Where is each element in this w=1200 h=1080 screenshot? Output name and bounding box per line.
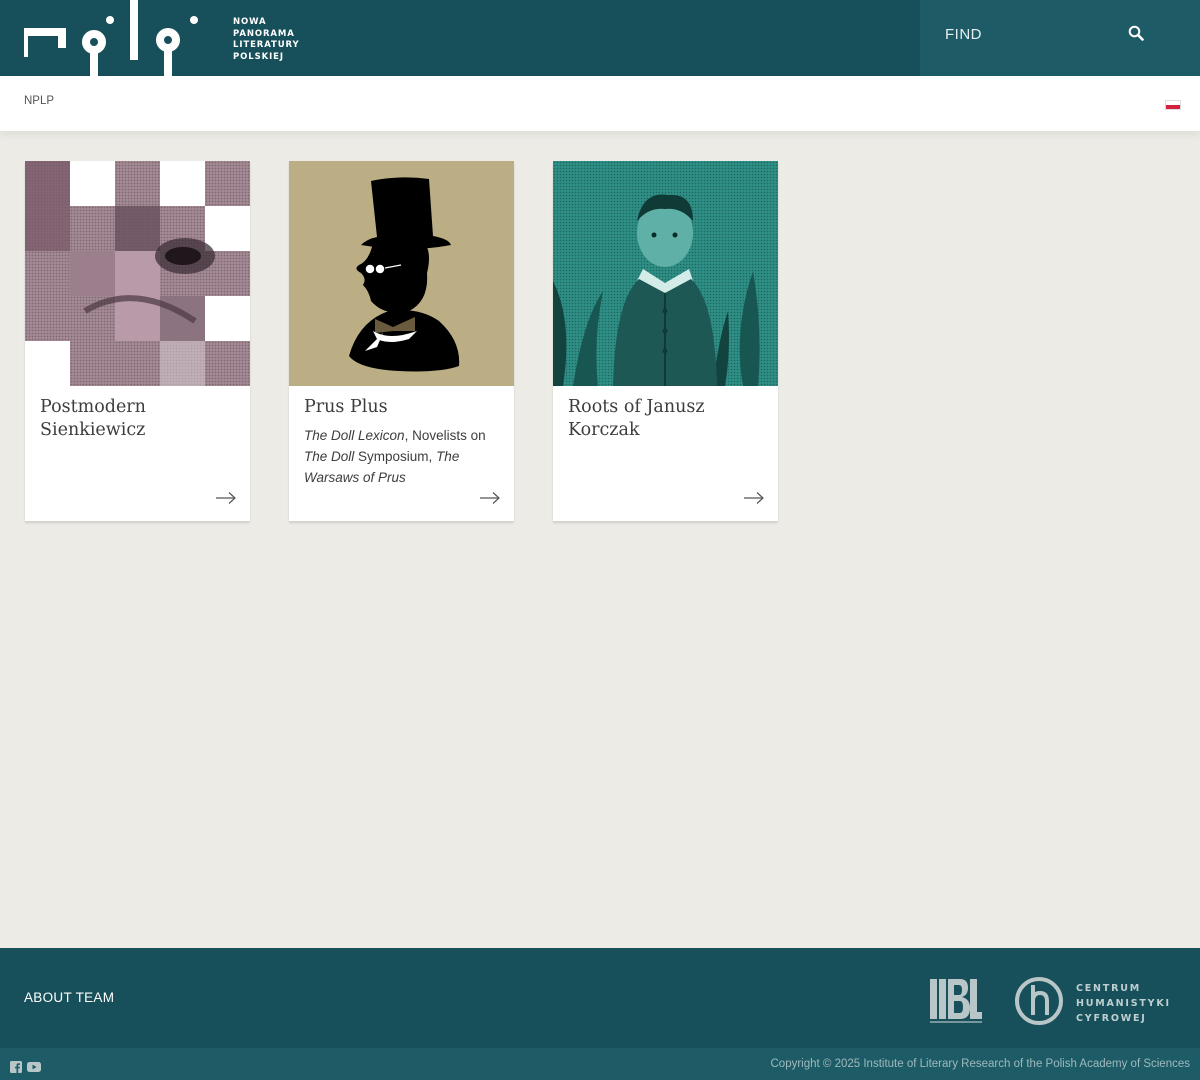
arrow-right-icon[interactable] — [215, 491, 237, 505]
card-roots-of-janusz-korczak[interactable]: Roots of Janusz Korczak — [553, 161, 778, 521]
chc-line-3: CYFROWEJ — [1076, 1013, 1147, 1024]
site-footer: ABOUT TEAM CENTRUM HUMANISTYKI CYFROWEJ — [0, 948, 1200, 1048]
logo-line-4: POLSKIEJ — [233, 51, 284, 62]
search-button[interactable] — [1125, 22, 1147, 46]
prus-top-hat-silhouette-image — [289, 161, 514, 386]
desc-part: The Doll — [304, 449, 355, 464]
about-team-link[interactable]: ABOUT TEAM — [24, 990, 114, 1005]
desc-part: , Novelists on — [404, 428, 486, 443]
logo-line-2: PANORAMA — [233, 28, 295, 39]
logo-line-3: LITERATURY — [233, 40, 300, 50]
ibl-logo[interactable] — [930, 977, 982, 1025]
card-description: The Doll Lexicon, Novelists on The Doll … — [304, 425, 499, 488]
card-title: Postmodern Sienkiewicz — [40, 397, 146, 440]
nplp-logo-mark — [20, 0, 198, 76]
site-header: NOWA PANORAMA LITERATURY POLSKIEJ — [0, 0, 1200, 76]
logo-line-1: NOWA — [233, 17, 267, 27]
logo-text: NOWA PANORAMA LITERATURY POLSKIEJ — [233, 17, 300, 63]
centrum-humanistyki-cyfrowej-logo[interactable]: CENTRUM HUMANISTYKI CYFROWEJ — [1014, 975, 1174, 1027]
sienkiewicz-portrait-mosaic-image — [25, 161, 250, 386]
copyright-text: Copyright © 2025 Institute of Literary R… — [770, 1058, 1191, 1070]
facebook-icon[interactable] — [10, 1058, 24, 1073]
chc-line-1: CENTRUM — [1076, 983, 1141, 994]
breadcrumb-bar: NPLP — [0, 76, 1200, 131]
youtube-icon[interactable] — [27, 1058, 41, 1072]
chc-line-2: HUMANISTYKI — [1076, 998, 1171, 1009]
search-box — [920, 0, 1200, 76]
nplp-logo[interactable]: NOWA PANORAMA LITERATURY POLSKIEJ — [20, 0, 299, 76]
card-prus-plus[interactable]: Prus Plus The Doll Lexicon, Novelists on… — [289, 161, 514, 521]
search-icon — [1128, 25, 1144, 41]
card-title: Prus Plus — [304, 397, 388, 417]
breadcrumb-home-link[interactable]: NPLP — [24, 95, 54, 107]
search-input[interactable] — [945, 22, 1125, 46]
chc-logo-text: CENTRUM HUMANISTYKI CYFROWEJ — [1076, 981, 1171, 1026]
chc-logo-mark — [1015, 977, 1063, 1025]
bottom-bar: Copyright © 2025 Institute of Literary R… — [0, 1048, 1200, 1080]
korczak-boy-portrait-image — [553, 161, 778, 386]
card-postmodern-sienkiewicz[interactable]: Postmodern Sienkiewicz — [25, 161, 250, 521]
polish-flag-icon[interactable] — [1165, 100, 1181, 110]
arrow-right-icon[interactable] — [743, 491, 765, 505]
arrow-right-icon[interactable] — [479, 491, 501, 505]
desc-part: The Doll Lexicon — [304, 428, 405, 443]
card-title: Roots of Janusz Korczak — [568, 397, 705, 440]
desc-part: Symposium, — [354, 449, 437, 464]
